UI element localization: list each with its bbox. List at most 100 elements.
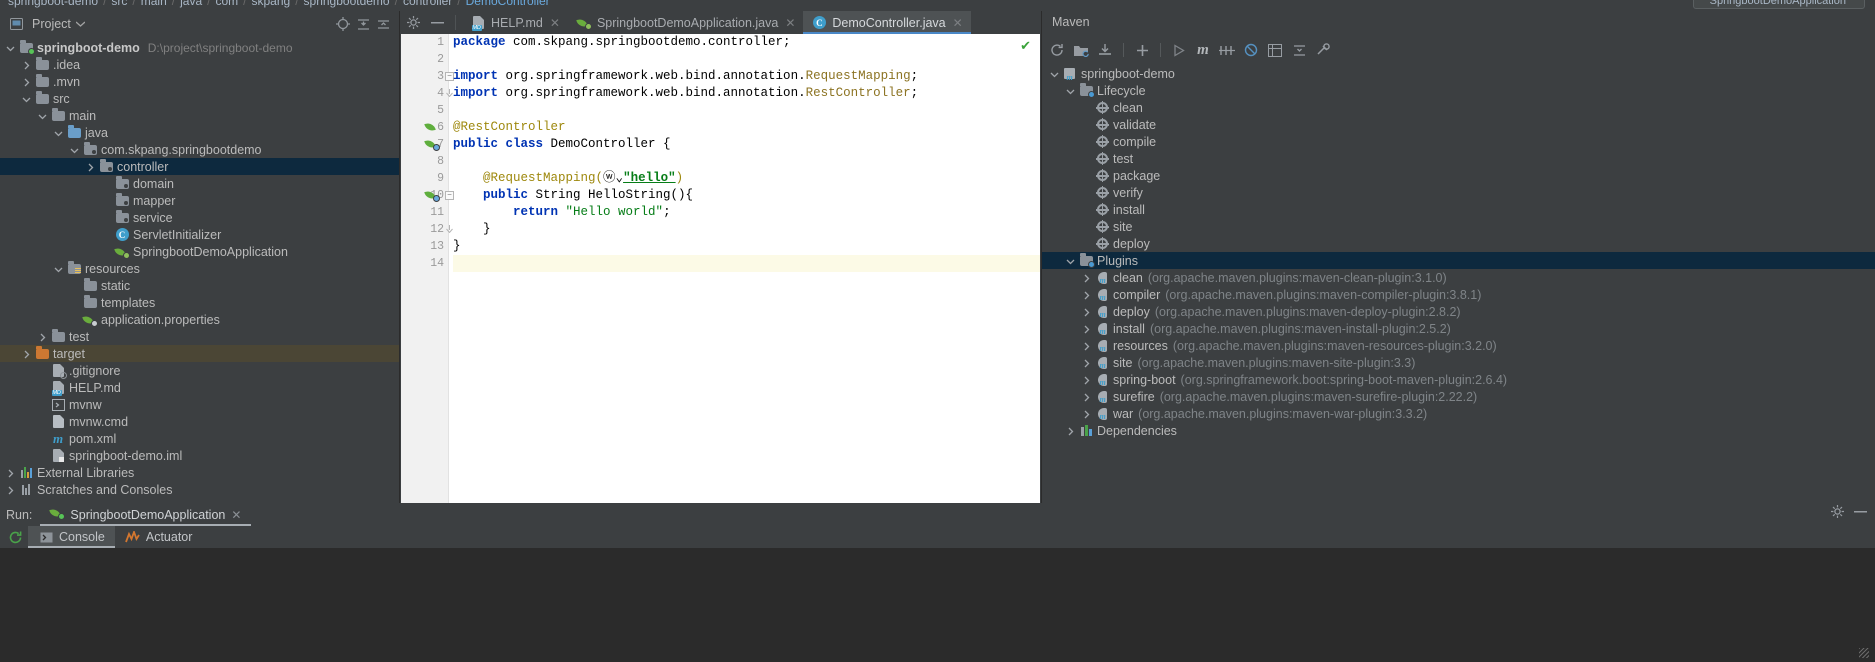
maven-tree-item[interactable]: compile bbox=[1042, 133, 1875, 150]
close-icon[interactable]: ✕ bbox=[785, 16, 795, 30]
project-tree-item[interactable]: SpringbootDemoApplication bbox=[0, 243, 399, 260]
project-tree-item[interactable]: m pom.xml bbox=[0, 430, 399, 447]
project-tree-item[interactable]: application.properties bbox=[0, 311, 399, 328]
maven-tree-item[interactable]: verify bbox=[1042, 184, 1875, 201]
chevron-down-icon[interactable] bbox=[6, 42, 18, 53]
gutter-line[interactable]: 1 bbox=[401, 34, 448, 51]
editor-tab[interactable]: MD HELP.md ✕ bbox=[462, 11, 568, 34]
show-dependencies-icon[interactable] bbox=[1264, 40, 1286, 60]
chevron-right-icon[interactable] bbox=[1082, 408, 1094, 419]
spring-request-icon[interactable] bbox=[424, 189, 440, 205]
chevron-down-icon[interactable] bbox=[71, 14, 91, 34]
code-line[interactable]: @RequestMapping(ⓦ⌄"hello") bbox=[453, 170, 1040, 187]
project-tree-item[interactable]: main bbox=[0, 107, 399, 124]
chevron-right-icon[interactable] bbox=[1082, 289, 1094, 300]
run-icon[interactable] bbox=[1168, 40, 1190, 60]
maven-tree-item[interactable]: Plugins bbox=[1042, 252, 1875, 269]
resize-grip[interactable] bbox=[1859, 648, 1869, 658]
chevron-right-icon[interactable] bbox=[1082, 357, 1094, 368]
gutter-line[interactable]: 3− bbox=[401, 68, 454, 85]
code-line[interactable]: package com.skpang.springbootdemo.contro… bbox=[453, 34, 1040, 51]
locate-icon[interactable] bbox=[333, 14, 353, 34]
maven-tree-item[interactable]: m site (org.apache.maven.plugins:maven-sit… bbox=[1042, 354, 1875, 371]
expand-all-icon[interactable] bbox=[353, 14, 373, 34]
breadcrumb[interactable]: springboot-demo / src / main / java / com / skpang… bbox=[8, 0, 550, 8]
chevron-right-icon[interactable] bbox=[1082, 272, 1094, 283]
toggle-skip-tests-icon[interactable] bbox=[1216, 40, 1238, 60]
maven-tree-item[interactable]: m springboot-demo bbox=[1042, 65, 1875, 82]
project-tree-item[interactable]: External Libraries bbox=[0, 464, 399, 481]
maven-tree-item[interactable]: Dependencies bbox=[1042, 422, 1875, 439]
maven-tree-item[interactable]: m resources (org.apache.maven.plugins:mave… bbox=[1042, 337, 1875, 354]
spring-bean-icon[interactable] bbox=[424, 121, 439, 137]
project-tree-item[interactable]: java bbox=[0, 124, 399, 141]
project-tree-item[interactable]: service bbox=[0, 209, 399, 226]
chevron-down-icon[interactable] bbox=[70, 144, 82, 155]
breadcrumb-item[interactable]: com bbox=[215, 0, 238, 8]
chevron-down-icon[interactable] bbox=[1066, 85, 1078, 96]
run-configuration-selector[interactable]: SpringbootDemoApplication bbox=[1692, 0, 1865, 9]
maven-tree-item[interactable]: m compiler (org.apache.maven.plugins:maven… bbox=[1042, 286, 1875, 303]
chevron-right-icon[interactable] bbox=[1082, 340, 1094, 351]
code-line[interactable]: import org.springframework.web.bind.anno… bbox=[453, 68, 1040, 85]
project-tree-item[interactable]: test bbox=[0, 328, 399, 345]
code-line[interactable]: return "Hello world"; bbox=[453, 204, 1040, 221]
project-tree-item[interactable]: mapper bbox=[0, 192, 399, 209]
maven-tree-item[interactable]: validate bbox=[1042, 116, 1875, 133]
chevron-right-icon[interactable] bbox=[1066, 425, 1078, 436]
chevron-down-icon[interactable] bbox=[1050, 68, 1062, 79]
maven-tree-item[interactable]: test bbox=[1042, 150, 1875, 167]
gutter-line[interactable]: 14 bbox=[401, 255, 448, 272]
editor-gutter[interactable]: 123−45678910−11121314 bbox=[401, 34, 454, 503]
editor-tab[interactable]: SpringbootDemoApplication.java ✕ bbox=[567, 11, 804, 34]
gutter-line[interactable]: 8 bbox=[401, 153, 448, 170]
breadcrumb-item[interactable]: src bbox=[111, 0, 127, 8]
gutter-line[interactable]: 12 bbox=[401, 221, 453, 238]
maven-tree-item[interactable]: package bbox=[1042, 167, 1875, 184]
hide-icon[interactable] bbox=[1854, 505, 1867, 518]
code-line[interactable]: } bbox=[453, 221, 1040, 238]
gutter-line[interactable]: 11 bbox=[401, 204, 448, 221]
project-tree-item[interactable]: src bbox=[0, 90, 399, 107]
code-line[interactable] bbox=[453, 153, 1040, 170]
gutter-line[interactable]: 4 bbox=[401, 85, 453, 102]
project-tree-item[interactable]: templates bbox=[0, 294, 399, 311]
code-content[interactable]: package com.skpang.springbootdemo.contro… bbox=[449, 34, 1040, 503]
download-sources-icon[interactable] bbox=[1094, 40, 1116, 60]
chevron-right-icon[interactable] bbox=[1082, 306, 1094, 317]
project-tree-item[interactable]: springboot-demo.iml bbox=[0, 447, 399, 464]
project-tree-item[interactable]: target bbox=[0, 345, 399, 362]
breadcrumb-item[interactable]: controller bbox=[403, 0, 452, 8]
code-line[interactable]: public class DemoController { bbox=[453, 136, 1040, 153]
close-icon[interactable]: ✕ bbox=[231, 508, 241, 522]
close-icon[interactable]: ✕ bbox=[953, 16, 963, 30]
code-line[interactable] bbox=[453, 102, 1040, 119]
console-tab[interactable]: Console bbox=[28, 526, 115, 548]
maven-tree-item[interactable]: Lifecycle bbox=[1042, 82, 1875, 99]
code-line[interactable]: public String HelloString(){ bbox=[453, 187, 1040, 204]
gutter-line[interactable]: 7 bbox=[401, 136, 448, 153]
maven-tree-item[interactable]: m surefire (org.apache.maven.plugins:maven… bbox=[1042, 388, 1875, 405]
chevron-right-icon[interactable] bbox=[38, 331, 50, 342]
rerun-icon[interactable] bbox=[4, 530, 26, 545]
breadcrumb-item[interactable]: springboot-demo bbox=[8, 0, 98, 8]
chevron-right-icon[interactable] bbox=[22, 76, 34, 87]
console-output[interactable] bbox=[0, 548, 1875, 662]
expand-all-icon[interactable] bbox=[1288, 40, 1310, 60]
project-tree-item[interactable]: resources bbox=[0, 260, 399, 277]
maven-tree-item[interactable]: site bbox=[1042, 218, 1875, 235]
settings-icon[interactable] bbox=[1831, 505, 1844, 518]
project-tree-item[interactable]: controller bbox=[0, 158, 399, 175]
spring-boot-class-icon[interactable] bbox=[424, 138, 440, 154]
chevron-right-icon[interactable] bbox=[22, 59, 34, 70]
code-line[interactable] bbox=[453, 51, 1040, 68]
settings-icon[interactable] bbox=[401, 11, 425, 34]
add-icon[interactable] bbox=[1131, 40, 1153, 60]
breadcrumb-item[interactable]: main bbox=[141, 0, 167, 8]
chevron-right-icon[interactable] bbox=[22, 348, 34, 359]
chevron-right-icon[interactable] bbox=[86, 161, 98, 172]
maven-tree-item[interactable]: install bbox=[1042, 201, 1875, 218]
project-tree-item[interactable]: .idea bbox=[0, 56, 399, 73]
code-line[interactable]: import org.springframework.web.bind.anno… bbox=[453, 85, 1040, 102]
breadcrumb-item[interactable]: DemoController bbox=[466, 0, 550, 8]
